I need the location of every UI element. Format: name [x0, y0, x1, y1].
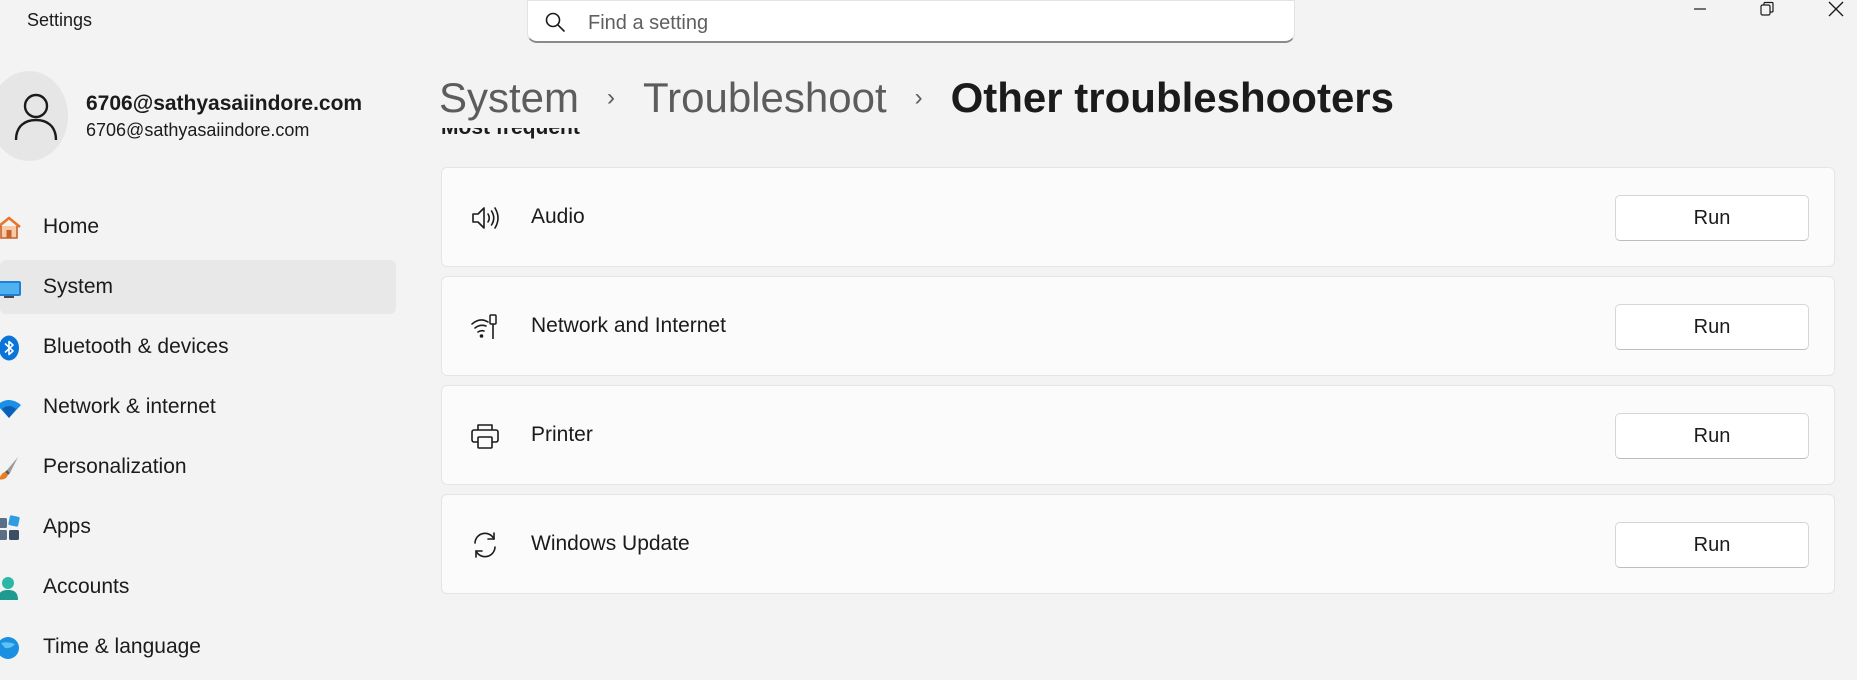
- sidebar-item-apps[interactable]: Apps: [0, 500, 396, 554]
- troubleshooter-network: Network and Internet Run: [441, 276, 1835, 376]
- sidebar-item-time-language[interactable]: Time & language: [0, 620, 396, 674]
- sync-icon: [474, 532, 496, 558]
- bluetooth-icon: [0, 335, 19, 361]
- sidebar-item-network[interactable]: Network & internet: [0, 380, 396, 434]
- sidebar-item-label: Network & internet: [43, 395, 216, 418]
- sidebar-item-label: Accounts: [43, 575, 130, 598]
- minimize-icon: [1694, 8, 1706, 10]
- accounts-icon: [0, 577, 18, 600]
- wifi-icon: [0, 400, 21, 418]
- breadcrumb-troubleshoot[interactable]: Troubleshoot: [643, 74, 887, 122]
- search-icon: [545, 12, 565, 32]
- section-header-most-frequent: Most frequent: [441, 128, 580, 152]
- sidebar-item-system[interactable]: System: [0, 260, 396, 314]
- sidebar-item-bluetooth[interactable]: Bluetooth & devices: [0, 320, 396, 374]
- close-icon: [1828, 1, 1844, 17]
- home-icon: [0, 216, 21, 239]
- chevron-right-icon: ›: [914, 84, 923, 111]
- profile-email: 6706@sathyasaiindore.com: [86, 120, 310, 140]
- sidebar-item-personalization[interactable]: Personalization: [0, 440, 396, 494]
- run-windows-update-button[interactable]: Run: [1615, 522, 1809, 568]
- troubleshooter-label: Windows Update: [531, 532, 690, 555]
- page-title: Other troubleshooters: [950, 74, 1395, 121]
- sidebar-item-label: System: [43, 275, 114, 298]
- search-input[interactable]: [586, 4, 1270, 42]
- user-icon: [14, 93, 58, 141]
- sidebar-nav: Home System Bluetooth & devices Network …: [0, 200, 396, 680]
- app-title: Settings: [27, 10, 93, 30]
- search-box[interactable]: [527, 0, 1295, 43]
- restore-icon: [1760, 1, 1774, 16]
- sidebar-item-label: Time & language: [43, 635, 201, 658]
- sidebar-item-label: Home: [43, 215, 100, 238]
- system-icon: [0, 281, 21, 298]
- run-network-button[interactable]: Run: [1615, 304, 1809, 350]
- troubleshooter-label: Printer: [531, 423, 593, 446]
- apps-icon: [0, 515, 20, 540]
- sidebar-item-label: Bluetooth & devices: [43, 335, 229, 358]
- troubleshooter-label: Network and Internet: [531, 314, 726, 337]
- profile-name: 6706@sathyasaiindore.com: [86, 92, 363, 115]
- sidebar-item-label: Personalization: [43, 455, 187, 478]
- chevron-right-icon: ›: [607, 84, 616, 111]
- troubleshooter-audio: Audio Run: [441, 167, 1835, 267]
- brush-icon: [0, 457, 18, 480]
- globe-icon: [0, 637, 19, 659]
- run-printer-button[interactable]: Run: [1615, 413, 1809, 459]
- sidebar-item-label: Apps: [43, 515, 91, 538]
- network-icon: [471, 314, 497, 339]
- troubleshooter-windows-update: Windows Update Run: [441, 494, 1835, 594]
- sidebar-item-accounts[interactable]: Accounts: [0, 560, 396, 614]
- section-title: Most frequent: [441, 128, 580, 140]
- printer-icon: [471, 424, 499, 449]
- troubleshooter-printer: Printer Run: [441, 385, 1835, 485]
- close-button[interactable]: [1812, 0, 1857, 18]
- breadcrumb-system[interactable]: System: [439, 74, 579, 122]
- sidebar-item-home[interactable]: Home: [0, 200, 396, 254]
- restore-button[interactable]: [1743, 0, 1791, 18]
- run-audio-button[interactable]: Run: [1615, 195, 1809, 241]
- avatar[interactable]: [0, 71, 68, 161]
- troubleshooter-label: Audio: [531, 205, 585, 228]
- speaker-icon: [472, 207, 499, 229]
- breadcrumb: System › Troubleshoot › Other troublesho…: [439, 70, 1394, 126]
- minimize-button[interactable]: [1676, 0, 1724, 18]
